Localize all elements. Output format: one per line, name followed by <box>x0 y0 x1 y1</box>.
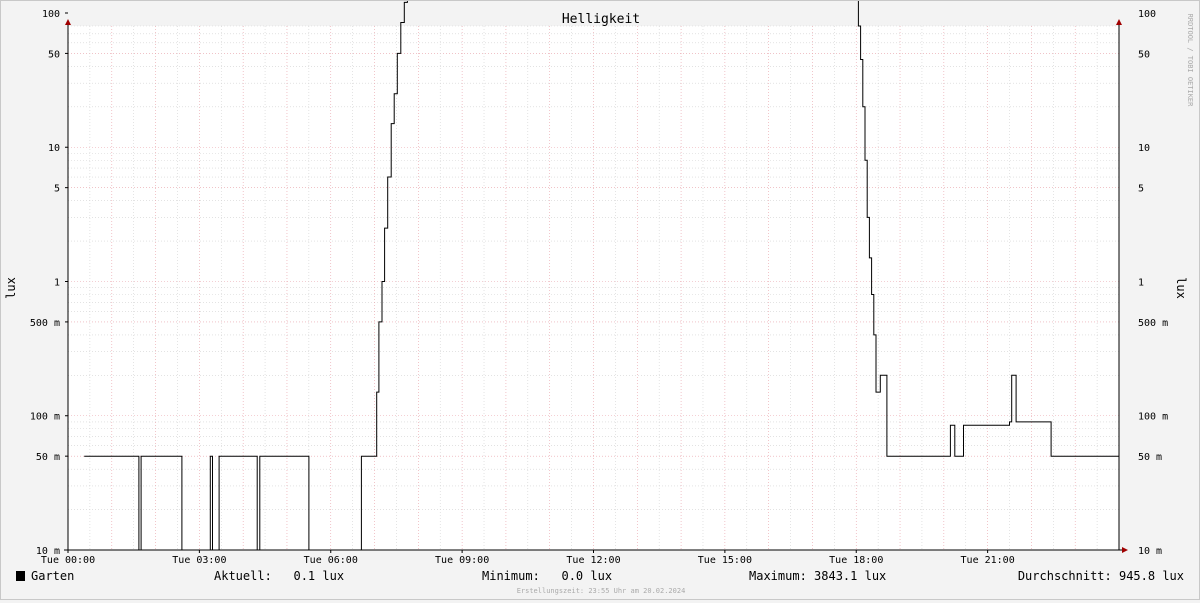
y-tick-label-right: 1 <box>1138 277 1144 288</box>
y-tick-label-left: 5 <box>54 184 60 195</box>
creation-time-footer: Erstellungszeit: 23:55 Uhr am 20.02.2024 <box>517 587 686 595</box>
x-tick-label: Tue 15:00 <box>698 555 752 566</box>
chart-frame: 10 m50 m100 m500 m1510501005001 k5 k10 k… <box>0 0 1200 600</box>
y-axis-arrow-left <box>65 19 71 25</box>
y-tick-label-left: 1 <box>54 277 60 288</box>
x-tick-label: Tue 03:00 <box>172 555 226 566</box>
legend-current: Aktuell: 0.1 lux <box>214 569 344 583</box>
x-axis-arrow <box>1122 547 1128 553</box>
y-tick-labels-left: 10 m50 m100 m500 m1510501005001 k5 k10 k… <box>30 9 60 557</box>
y-tick-labels-right: 10 m50 m100 m500 m1510501005001 k5 k10 k… <box>1138 9 1168 557</box>
x-tick-label: Tue 21:00 <box>961 555 1015 566</box>
chart-title: Helligkeit <box>562 12 640 27</box>
y-tick-label-right: 100 <box>1138 9 1156 20</box>
y-tick-label-left: 50 <box>48 49 60 60</box>
y-tick-label-right: 10 <box>1138 143 1150 154</box>
y-tick-label-left: 500 m <box>30 318 60 329</box>
y-tick-label-right: 10 m <box>1138 546 1162 557</box>
x-tick-labels: Tue 00:00 Tue 03:00 Tue 06:00 Tue 09:00 Tue … <box>41 555 1015 566</box>
legend-average: Durchschnitt: 945.8 lux <box>1018 569 1184 583</box>
y-axis-label-left: lux <box>4 277 18 299</box>
y-tick-label-right: 500 m <box>1138 318 1168 329</box>
y-tick-label-right: 100 m <box>1138 412 1168 423</box>
y-tick-label-left: 100 m <box>30 412 60 423</box>
y-tick-label-right: 50 m <box>1138 452 1162 463</box>
x-tick-label: Tue 18:00 <box>829 555 883 566</box>
y-tick-label-right: 5 <box>1138 184 1144 195</box>
y-axis-arrow-right <box>1116 19 1122 25</box>
legend-minimum: Minimum: 0.0 lux <box>482 569 612 583</box>
watermark: RRDTOOL / TOBI OETIKER <box>1186 14 1194 108</box>
legend-label-garten: Garten <box>31 569 74 583</box>
legend-swatch-garten <box>16 571 25 581</box>
x-tick-label: Tue 09:00 <box>435 555 489 566</box>
y-axis-label-right: lux <box>1174 277 1188 299</box>
x-tick-label: Tue 00:00 <box>41 555 95 566</box>
x-tick-label: Tue 12:00 <box>566 555 620 566</box>
legend-maximum: Maximum: 3843.1 lux <box>749 569 886 583</box>
y-tick-label-left: 50 m <box>36 452 60 463</box>
y-tick-label-left: 10 <box>48 143 60 154</box>
x-tick-label: Tue 06:00 <box>304 555 358 566</box>
chart-svg: 10 m50 m100 m500 m1510501005001 k5 k10 k… <box>4 0 1194 595</box>
y-tick-label-right: 50 <box>1138 49 1150 60</box>
y-tick-label-left: 100 <box>42 9 60 20</box>
